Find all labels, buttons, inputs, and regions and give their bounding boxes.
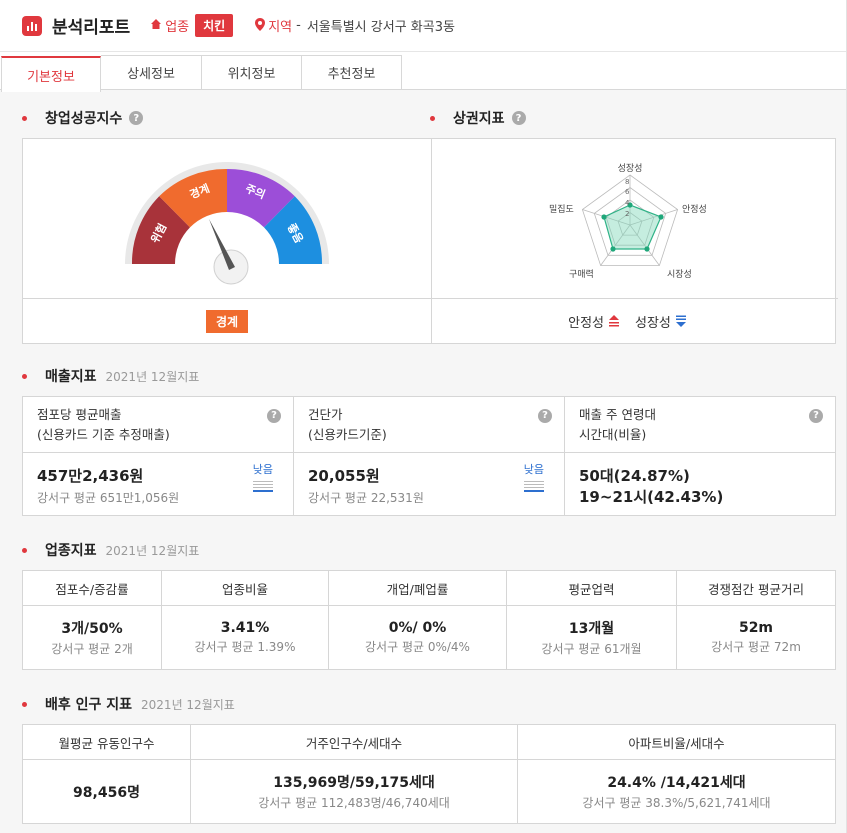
svg-text:밀집도: 밀집도 [549,203,574,215]
tab-basic-info[interactable]: 기본정보 [1,56,101,92]
industry-table: 점포수/증감률 업종비율 개업/폐업률 평균업력 경쟁점간 평균거리 3개/50… [22,570,836,670]
trend-summary: 안정성 성장성 [568,312,702,331]
region-label: 지역 - [255,16,301,35]
page-title: 분석리포트 [52,18,131,38]
gauge-chart: 위험 경계 주의 좋음 [125,162,329,285]
trend-down-icon [675,315,686,327]
help-icon[interactable]: ? [809,409,823,423]
market-index-panel: 성장성 안정성 시장성 구매력 밀집도 8 6 4 2 안정성 성장성 [431,139,838,343]
svg-text:안정성: 안정성 [682,204,707,215]
svg-text:구매력: 구매력 [569,268,594,280]
tab-location-info[interactable]: 위치정보 [202,55,302,89]
radar-point [658,214,664,220]
population-table: 월평균 유동인구수 거주인구수/세대수 아파트비율/세대수 98,456명 13… [22,724,836,824]
table-row: 98,456명 135,969명/59,175세대 강서구 평균 112,483명… [22,759,836,824]
table-row: 3개/50% 강서구 평균 2개 3.41% 강서구 평균 1.39% 0%/ 0%… [22,605,836,670]
industry-chip[interactable]: 치킨 [195,14,234,37]
success-index-panel: 위험 경계 주의 좋음 경계 [23,139,431,343]
low-badge: 낮음 [524,461,544,492]
success-index-heading: 창업성공지수 ? [22,106,430,130]
help-icon[interactable]: ? [511,111,526,125]
radar-point [601,214,607,220]
bar-chart-icon [22,15,42,36]
help-icon[interactable]: ? [129,111,144,125]
radar-chart: 성장성 안정성 시장성 구매력 밀집도 8 6 4 2 [549,163,707,280]
sales-avg-cell: 점포당 평균매출 (신용카드 기준 추정매출) ? 457만2,436원 강서구… [23,397,294,515]
index-panels: 위험 경계 주의 좋음 경계 성장성 안정성 시장성 구매력 밀집도 8 6 4… [22,138,838,344]
help-icon[interactable]: ? [538,409,552,423]
svg-text:시장성: 시장성 [667,269,692,280]
table-header-row: 점포수/증감률 업종비율 개업/폐업률 평균업력 경쟁점간 평균거리 [22,570,836,606]
trend-up-icon [609,315,619,327]
report-page: 분석리포트 업종 치킨 지역 - 서울특별시 강서구 화곡3동 기본정보 상세정… [0,0,847,833]
help-icon[interactable]: ? [267,409,281,423]
radar-area [603,204,662,250]
industry-heading: 업종지표 2021년 12월지표 [22,538,836,562]
main-age-cell: 매출 주 연령대 시간대(비율) ? 50대(24.87%) 19~21시(42… [565,397,835,515]
low-badge: 낮음 [253,461,273,492]
region-value: 서울특별시 강서구 화곡3동 [306,20,455,35]
svg-text:4: 4 [625,199,630,207]
trend-label-stability: 안정성 [568,315,604,331]
success-status-badge: 경계 [205,309,249,333]
svg-text:6: 6 [625,188,630,196]
svg-text:8: 8 [625,178,629,186]
population-heading: 배후 인구 지표 2021년 12월지표 [22,692,836,716]
radar-point [610,246,616,252]
tab-bar: 기본정보 상세정보 위치정보 추천정보 [0,52,846,92]
industry-label: 업종 [150,16,189,35]
tab-detail-info[interactable]: 상세정보 [101,55,202,89]
svg-text:성장성: 성장성 [618,163,643,174]
unit-price-cell: 건단가 (신용카드기준) ? 20,055원 강서구 평균 22,531원 낮음 [294,397,565,515]
sales-heading: 매출지표 2021년 12월지표 [22,364,836,388]
market-index-heading: 상권지표 ? [430,106,526,130]
svg-text:2: 2 [625,210,629,218]
header: 분석리포트 업종 치킨 지역 - 서울특별시 강서구 화곡3동 [0,0,846,52]
home-icon [150,18,162,33]
map-pin-icon [255,17,266,34]
tab-recommend-info[interactable]: 추천정보 [302,55,402,89]
table-header-row: 월평균 유동인구수 거주인구수/세대수 아파트비율/세대수 [22,724,836,760]
trend-label-growth: 성장성 [635,315,671,331]
radar-point [644,246,650,252]
sales-grid: 점포당 평균매출 (신용카드 기준 추정매출) ? 457만2,436원 강서구… [22,396,836,516]
